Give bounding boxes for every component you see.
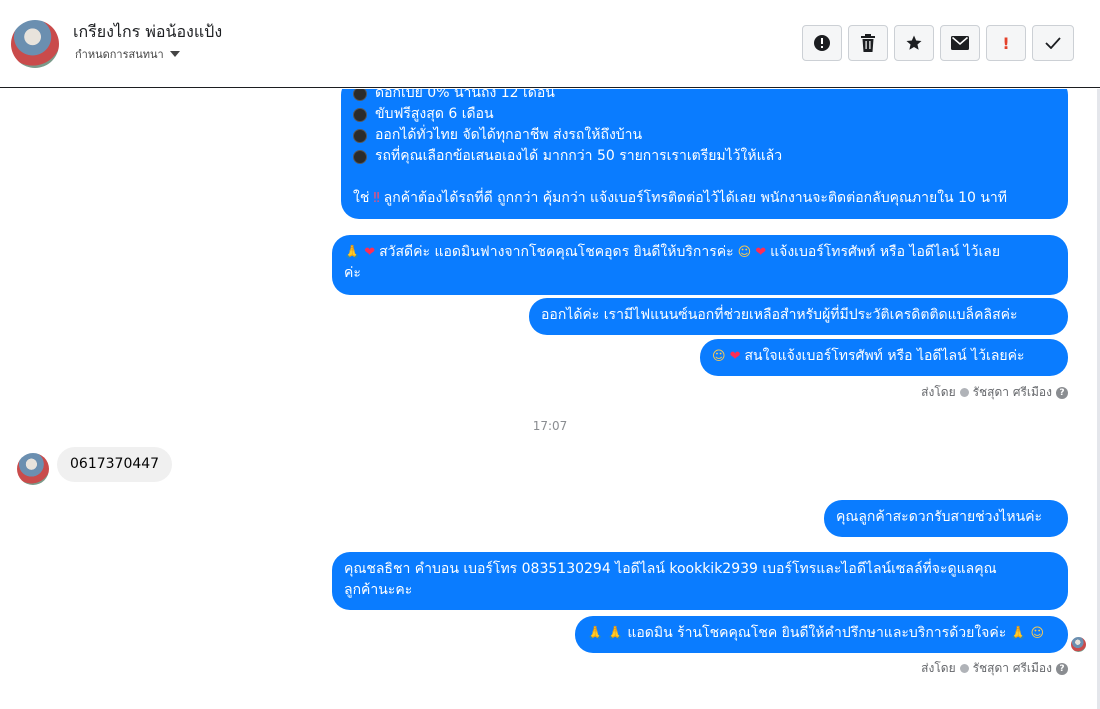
message-line: 🙏 ❤ สวัสดีค่ะ แอดมินฟางจากโชคคุณโชคอุดร … xyxy=(344,242,1056,263)
incoming-message[interactable]: 0617370447 xyxy=(57,447,173,482)
smiling-hearts-icon: ☺ xyxy=(737,245,752,260)
follow-up-button[interactable]: ! xyxy=(986,25,1026,61)
praying-hands-icon: 🙏 xyxy=(1010,626,1027,641)
help-icon[interactable]: ? xyxy=(1056,662,1068,675)
sent-by-label: ส่งโดย รัชสุดา ศรีเมือง ? xyxy=(921,383,1068,402)
message-text: สวัสดีค่ะ แอดมินฟางจากโชคคุณโชคอุดร ยินด… xyxy=(379,244,734,260)
message-line: รถที่คุณเลือกข้อเสนอเองได้ มากกว่า 50 รา… xyxy=(353,146,1056,167)
star-button[interactable] xyxy=(894,25,934,61)
message-text: สนใจแจ้งเบอร์โทรศัพท์ หรือ ไอดีไลน์ ไว้เ… xyxy=(744,348,1025,364)
star-icon xyxy=(906,35,922,50)
outgoing-message[interactable]: 🙏 🙏 แอดมิน ร้านโชคคุณโชค ยินดีให้คำปรึกษ… xyxy=(575,616,1068,653)
message-text: ดอกเบี้ย 0% นานถึง 12 เดือน xyxy=(375,89,555,101)
sent-by-prefix: ส่งโดย xyxy=(921,385,956,399)
seen-by-avatar xyxy=(1071,637,1086,652)
mark-done-button[interactable] xyxy=(1032,25,1074,61)
praying-hands-icon: 🙏 xyxy=(607,626,624,641)
contact-avatar[interactable] xyxy=(11,20,59,68)
message-line: ออกได้ค่ะ เรามีไฟแนนซ์นอกที่ช่วยเหลือสำห… xyxy=(541,305,1056,326)
message-text: คุณชลธิชา คำบอน เบอร์โทร 0835130294 ไอดี… xyxy=(344,561,997,577)
contact-name[interactable]: เกรียงไกร พ่อน้องแป้ง xyxy=(73,20,222,45)
message-text: รถที่คุณเลือกข้อเสนอเองได้ มากกว่า 50 รา… xyxy=(375,148,783,164)
message-line: คุณลูกค้าสะดวกรับสายช่วงไหนค่ะ xyxy=(836,507,1056,528)
outgoing-message[interactable]: คุณชลธิชา คำบอน เบอร์โทร 0835130294 ไอดี… xyxy=(332,552,1068,610)
message-line: ออกได้ทั่วไทย จัดได้ทุกอาชีพ ส่งรถให้ถึง… xyxy=(353,125,1056,146)
outgoing-message[interactable]: ออกได้ค่ะ เรามีไฟแนนซ์นอกที่ช่วยเหลือสำห… xyxy=(529,298,1068,335)
red-heart-icon: ❤ xyxy=(364,245,376,260)
message-thread[interactable]: ดอกเบี้ย 0% นานถึง 12 เดือน ขับฟรีสูงสุด… xyxy=(0,89,1100,709)
message-line: ค่ะ xyxy=(344,263,1056,284)
car-emoji-icon xyxy=(353,149,367,164)
help-icon[interactable]: ? xyxy=(1056,386,1068,399)
message-text: ลูกค้าต้องได้รถที่ดี ถูกกว่า คุ้มกว่า แจ… xyxy=(383,190,1008,206)
message-line: 🙏 🙏 แอดมิน ร้านโชคคุณโชค ยินดีให้คำปรึกษ… xyxy=(587,623,1056,644)
praying-hands-icon: 🙏 xyxy=(344,245,361,260)
red-heart-icon: ❤ xyxy=(755,245,767,260)
sender-name[interactable]: รัชสุดา ศรีเมือง xyxy=(973,383,1052,402)
message-text: ลูกค้านะคะ xyxy=(344,582,413,598)
message-text: คุณลูกค้าสะดวกรับสายช่วงไหนค่ะ xyxy=(836,509,1043,525)
sender-name[interactable]: รัชสุดา ศรีเมือง xyxy=(973,659,1052,678)
smiling-hearts-icon: ☺ xyxy=(712,349,726,364)
praying-hands-icon: 🙏 xyxy=(587,626,604,641)
message-line: ดอกเบี้ย 0% นานถึง 12 เดือน xyxy=(353,89,1056,104)
car-emoji-icon xyxy=(353,128,367,143)
outgoing-message[interactable]: 🙏 ❤ สวัสดีค่ะ แอดมินฟางจากโชคคุณโชคอุดร … xyxy=(332,235,1068,295)
double-exclamation-icon: ‼ xyxy=(373,191,380,206)
message-line: ใช่ ‼ ลูกค้าต้องได้รถที่ดี ถูกกว่า คุ้มก… xyxy=(353,188,1056,209)
message-line: คุณชลธิชา คำบอน เบอร์โทร 0835130294 ไอดี… xyxy=(344,559,1056,580)
mark-spam-button[interactable] xyxy=(802,25,842,61)
envelope-icon xyxy=(951,36,969,50)
outgoing-message[interactable]: คุณลูกค้าสะดวกรับสายช่วงไหนค่ะ xyxy=(824,500,1068,537)
conversation-settings-dropdown[interactable]: กำหนดการสนทนา xyxy=(75,45,180,63)
message-text: แอดมิน ร้านโชคคุณโชค ยินดีให้คำปรึกษาและ… xyxy=(627,625,1007,641)
message-line: ☺ ❤ สนใจแจ้งเบอร์โทรศัพท์ หรือ ไอดีไลน์ … xyxy=(712,346,1056,367)
trash-icon xyxy=(861,34,875,52)
exclamation-icon: ! xyxy=(1002,33,1010,53)
car-emoji-icon xyxy=(353,89,367,101)
message-text: ออกได้ทั่วไทย จัดได้ทุกอาชีพ ส่งรถให้ถึง… xyxy=(375,127,643,143)
delete-button[interactable] xyxy=(848,25,888,61)
verified-icon xyxy=(959,388,969,397)
conversation-header: เกรียงไกร พ่อน้องแป้ง กำหนดการสนทนา ! xyxy=(0,0,1100,88)
conversation-settings-label: กำหนดการสนทนา xyxy=(75,48,164,61)
car-emoji-icon xyxy=(353,107,367,122)
verified-icon xyxy=(959,664,969,673)
message-timestamp: 17:07 xyxy=(532,419,568,433)
mark-unread-button[interactable] xyxy=(940,25,980,61)
outgoing-message[interactable]: ดอกเบี้ย 0% นานถึง 12 เดือน ขับฟรีสูงสุด… xyxy=(341,89,1068,219)
checkmark-icon xyxy=(1045,37,1061,49)
caret-down-icon xyxy=(169,51,180,57)
outgoing-message[interactable]: ☺ ❤ สนใจแจ้งเบอร์โทรศัพท์ หรือ ไอดีไลน์ … xyxy=(700,339,1068,376)
sent-by-prefix: ส่งโดย xyxy=(921,661,956,675)
message-line: ลูกค้านะคะ xyxy=(344,580,1056,601)
message-text: แจ้งเบอร์โทรศัพท์ หรือ ไอดีไลน์ ไว้เลย xyxy=(770,244,1001,260)
message-line: ขับฟรีสูงสุด 6 เดือน xyxy=(353,104,1056,125)
message-text: ค่ะ xyxy=(344,265,361,281)
contact-avatar-small[interactable] xyxy=(17,453,49,485)
message-text: ออกได้ค่ะ เรามีไฟแนนซ์นอกที่ช่วยเหลือสำห… xyxy=(541,307,1018,323)
sent-by-label: ส่งโดย รัชสุดา ศรีเมือง ? xyxy=(921,659,1068,678)
smiling-hearts-icon: ☺ xyxy=(1030,626,1045,641)
alert-circle-icon xyxy=(814,35,830,51)
red-heart-icon: ❤ xyxy=(729,349,741,364)
conversation-toolbar: ! xyxy=(802,25,1074,61)
message-text: ใช่ xyxy=(353,190,370,206)
message-text: ขับฟรีสูงสุด 6 เดือน xyxy=(375,106,494,122)
